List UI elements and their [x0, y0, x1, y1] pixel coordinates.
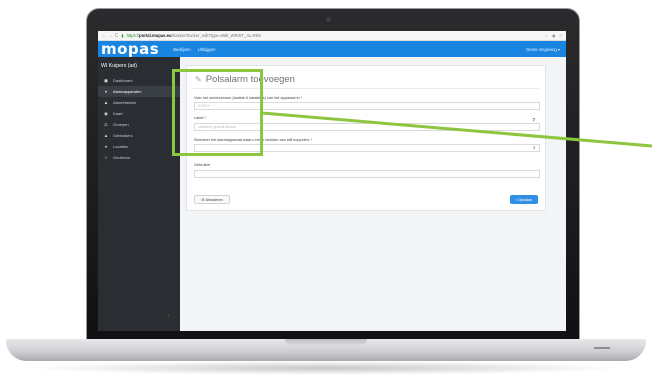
highlight-box: [172, 69, 263, 156]
sidebar-item-alarmhistorie[interactable]: ▲ Alarmhistorie: [98, 97, 180, 108]
sidebar-item-label: Groepen: [113, 122, 129, 127]
sidebar: WI Kuipers (ad) ◼ Dashboard ♦ Alarmapparate…: [98, 57, 180, 331]
laptop-screen: ← → C ▮ https://portal.mopas.eu/tracker/…: [98, 31, 566, 331]
sidebar-title: WI Kuipers (ad): [101, 63, 138, 69]
browser-actions: ☆ ◼ ≡: [544, 33, 562, 38]
cancel-icon: ⊘: [201, 198, 205, 202]
url[interactable]: https://portal.mopas.eu/tracker/tracker_…: [127, 33, 261, 38]
user-input[interactable]: [194, 170, 540, 178]
top-navbar: mopas Bedrijven Uitloggen Demo omgeving …: [98, 41, 566, 57]
sidebar-item-label: Kaart: [113, 111, 123, 116]
browser-address-bar[interactable]: ← → C ▮ https://portal.mopas.eu/tracker/…: [98, 31, 566, 41]
user-label: Gebruiker: [194, 163, 211, 167]
sidebar-item-geofence[interactable]: ○ Geofence: [98, 152, 180, 163]
browser-nav-icons[interactable]: ← → C: [102, 33, 118, 39]
star-icon[interactable]: ☆: [544, 33, 548, 38]
group-icon: ◘: [104, 122, 108, 127]
sidebar-item-label: Geofence: [113, 155, 131, 160]
sidebar-item-kaart[interactable]: ◉ Kaart: [98, 108, 180, 119]
sidebar-item-groepen[interactable]: ◘ Groepen: [98, 119, 180, 130]
geofence-icon: ○: [104, 155, 108, 160]
sidebar-item-label: Gebruikers: [113, 133, 133, 138]
environment-dropdown[interactable]: Demo omgeving ▾: [526, 47, 560, 52]
laptop-shadow: [24, 361, 628, 375]
floppy-icon: ▪: [515, 197, 518, 202]
nav-link-uitloggen[interactable]: Uitloggen: [198, 47, 216, 52]
sidebar-item-label: Locaties: [113, 144, 128, 149]
compass-icon: ◉: [104, 110, 108, 116]
bell-icon: ▲: [103, 100, 109, 105]
save-button-label: Opslaan: [518, 197, 533, 202]
extension-icon[interactable]: ◼: [552, 33, 555, 38]
mopas-logo[interactable]: mopas: [101, 41, 159, 57]
sidebar-item-label: Alarmapparaten: [113, 89, 142, 94]
marker-icon: ♦: [104, 89, 108, 94]
sidebar-item-label: Alarmhistorie: [113, 100, 137, 105]
lock-icon: ▮: [121, 33, 124, 38]
sidebar-item-alarmapparaten[interactable]: ♦ Alarmapparaten: [98, 86, 180, 97]
webcam-dot: [326, 17, 331, 22]
dashboard-icon: ◼: [104, 77, 108, 83]
sidebar-menu: ◼ Dashboard ♦ Alarmapparaten ▲ Alarmhistorie ◉…: [98, 75, 180, 163]
sidebar-item-dashboard[interactable]: ◼ Dashboard: [98, 75, 180, 86]
chevron-down-icon: ⇕: [532, 145, 536, 150]
laptop-mockup: ← → C ▮ https://portal.mopas.eu/tracker/…: [0, 0, 652, 382]
laptop-notch: [285, 339, 367, 345]
save-button[interactable]: ▪ Opslaan: [510, 195, 538, 204]
nav-link-bedrijven[interactable]: Bedrijven: [173, 47, 190, 52]
cancel-button-label: Annuleren: [205, 197, 223, 202]
cancel-button[interactable]: ⊘ Annuleren: [194, 195, 230, 204]
menu-icon[interactable]: ≡: [560, 33, 562, 38]
collapse-sidebar-icon[interactable]: ‹: [168, 313, 170, 319]
laptop-port: [594, 347, 610, 349]
user-icon: ▲: [103, 133, 109, 138]
location-icon: ♦: [104, 144, 108, 149]
sidebar-item-label: Dashboard: [113, 78, 133, 83]
sidebar-item-locaties[interactable]: ♦ Locaties: [98, 141, 180, 152]
sidebar-item-gebruikers[interactable]: ▲ Gebruikers: [98, 130, 180, 141]
